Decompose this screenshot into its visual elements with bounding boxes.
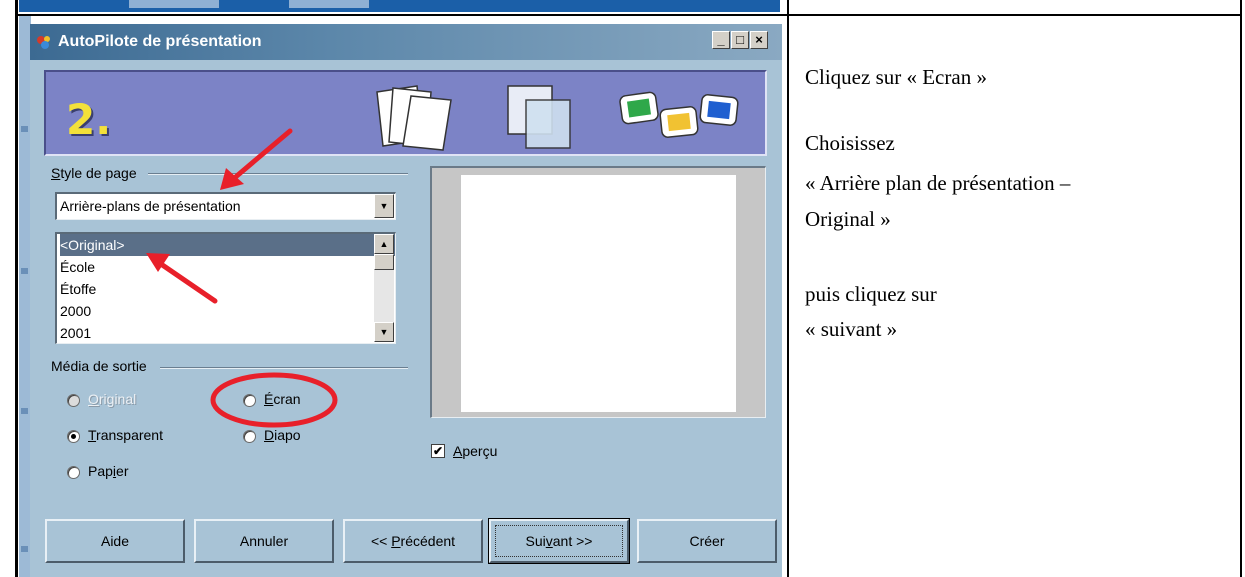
table-border-left bbox=[15, 0, 18, 577]
autopilot-app-icon bbox=[37, 36, 50, 49]
scroll-down-button[interactable]: ▼ bbox=[374, 322, 394, 342]
step-number: 2. bbox=[66, 95, 112, 144]
radio-diapo-label: Diapo bbox=[264, 427, 301, 443]
table-border-top bbox=[15, 14, 1242, 16]
instruction-line-5: puis cliquez sur bbox=[805, 282, 937, 306]
maximize-button[interactable]: □ bbox=[731, 31, 749, 49]
list-item-ecole[interactable]: École bbox=[60, 256, 95, 278]
instruction-line-4: Original » bbox=[805, 207, 891, 231]
radio-papier-label: Papier bbox=[88, 463, 129, 479]
instruction-line-6: « suivant » bbox=[805, 317, 898, 341]
radio-ecran-label: Écran bbox=[264, 391, 301, 407]
cancel-button[interactable]: Annuler bbox=[194, 519, 334, 563]
radio-transparent-label: Transparent bbox=[88, 427, 163, 443]
list-item-2001[interactable]: 2001 bbox=[60, 322, 91, 343]
list-item-etoffe[interactable]: Étoffe bbox=[60, 278, 96, 300]
create-button[interactable]: Créer bbox=[637, 519, 777, 563]
radio-papier[interactable] bbox=[67, 466, 80, 479]
radio-original-label: Original bbox=[88, 391, 137, 407]
instruction-line-1: Cliquez sur « Ecran » bbox=[805, 65, 987, 89]
slides-stack-icon bbox=[376, 85, 452, 151]
instruction-line-3: « Arrière plan de présentation – bbox=[805, 171, 1071, 195]
instruction-line-2: Choisissez bbox=[805, 131, 895, 155]
background-app-strip bbox=[19, 0, 780, 12]
radio-original[interactable] bbox=[67, 394, 80, 407]
preview-checkbox[interactable]: ✔ bbox=[431, 444, 445, 458]
help-button[interactable]: Aide bbox=[45, 519, 185, 563]
colored-slides-icon bbox=[619, 91, 739, 138]
radio-diapo[interactable] bbox=[243, 430, 256, 443]
close-button[interactable]: × bbox=[750, 31, 768, 49]
output-media-label: Média de sortie bbox=[51, 358, 147, 374]
table-border-right bbox=[1240, 0, 1242, 577]
page-style-group-line bbox=[148, 173, 408, 175]
radio-ecran[interactable] bbox=[243, 394, 256, 407]
window-title: AutoPilote de présentation bbox=[58, 33, 262, 50]
previous-button[interactable]: << Précédent bbox=[343, 519, 483, 563]
overlapping-pages-icon bbox=[507, 85, 571, 149]
list-item-original[interactable]: <Original> bbox=[60, 234, 395, 256]
output-media-group-line bbox=[160, 367, 408, 369]
page-style-combobox-value: Arrière-plans de présentation bbox=[60, 198, 241, 214]
combobox-dropdown-button[interactable]: ▼ bbox=[374, 194, 394, 218]
minimize-button[interactable]: _ bbox=[712, 31, 730, 49]
table-border-middle bbox=[787, 0, 789, 577]
page-style-label: Style de page bbox=[51, 165, 137, 181]
page-style-listbox[interactable]: <Original> École Étoffe 2000 2001 bbox=[55, 232, 396, 344]
scroll-up-button[interactable]: ▲ bbox=[374, 234, 394, 254]
scroll-thumb[interactable] bbox=[374, 254, 394, 270]
listbox-scrollbar[interactable]: ▲ ▼ bbox=[374, 234, 394, 342]
preview-page bbox=[461, 175, 736, 412]
preview-checkbox-label: Aperçu bbox=[453, 443, 498, 459]
list-item-2000[interactable]: 2000 bbox=[60, 300, 91, 322]
next-button[interactable]: Suivant >> bbox=[488, 518, 630, 564]
radio-transparent[interactable] bbox=[67, 430, 80, 443]
